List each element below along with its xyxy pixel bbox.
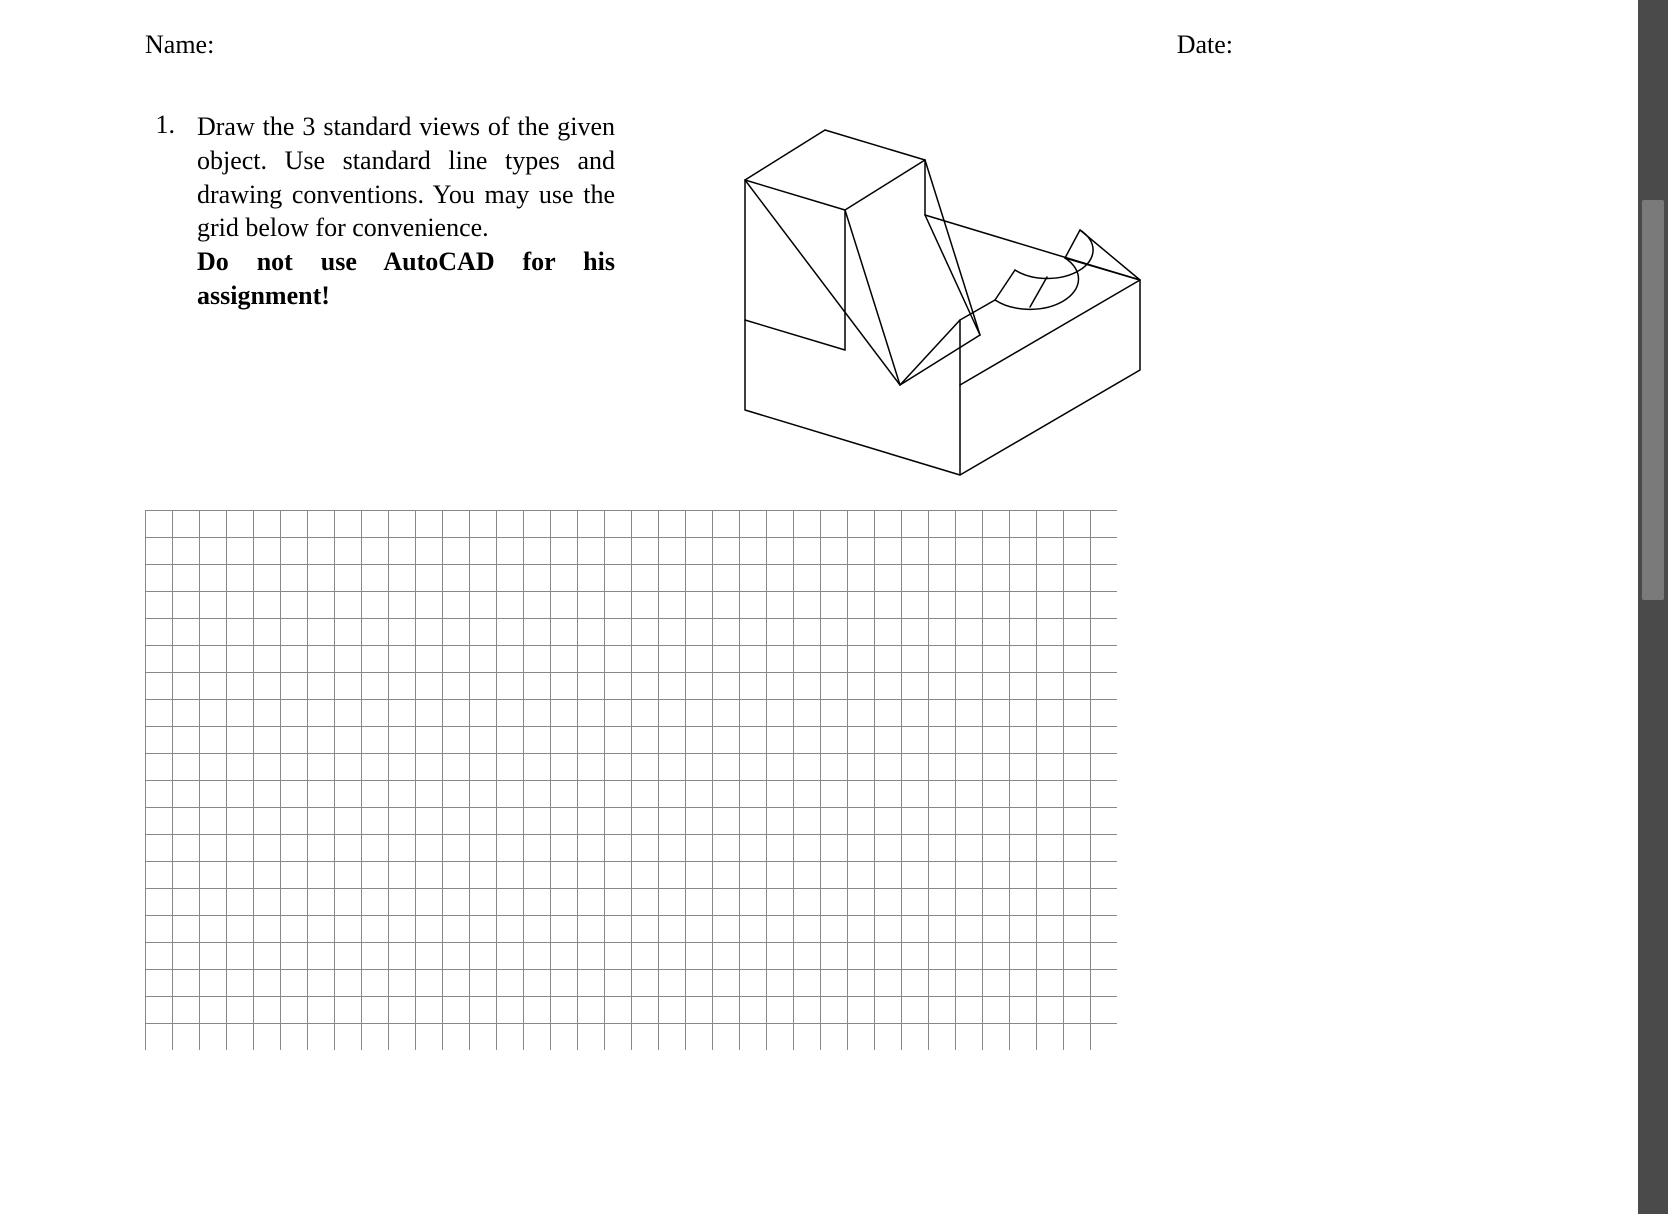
content-row: 1. Draw the 3 standard views of the give… xyxy=(145,110,1493,490)
page: Name: Date: 1. Draw the 3 standard views… xyxy=(0,0,1638,1214)
grid-container xyxy=(145,510,1493,1050)
isometric-drawing xyxy=(685,110,1155,490)
question-bold-line: Do not use AutoCAD for his assignment! xyxy=(197,247,615,310)
header-row: Name: Date: xyxy=(145,30,1493,60)
question-body: Draw the 3 standard views of the given o… xyxy=(197,112,615,242)
question-text: Draw the 3 standard views of the given o… xyxy=(197,110,615,313)
vertical-scrollbar[interactable] xyxy=(1638,0,1668,1214)
scrollbar-thumb[interactable] xyxy=(1642,200,1664,600)
question-block: 1. Draw the 3 standard views of the give… xyxy=(145,110,615,313)
question-number: 1. xyxy=(145,110,175,140)
answer-grid xyxy=(145,510,1117,1050)
date-label: Date: xyxy=(1177,30,1233,60)
name-label: Name: xyxy=(145,30,214,60)
